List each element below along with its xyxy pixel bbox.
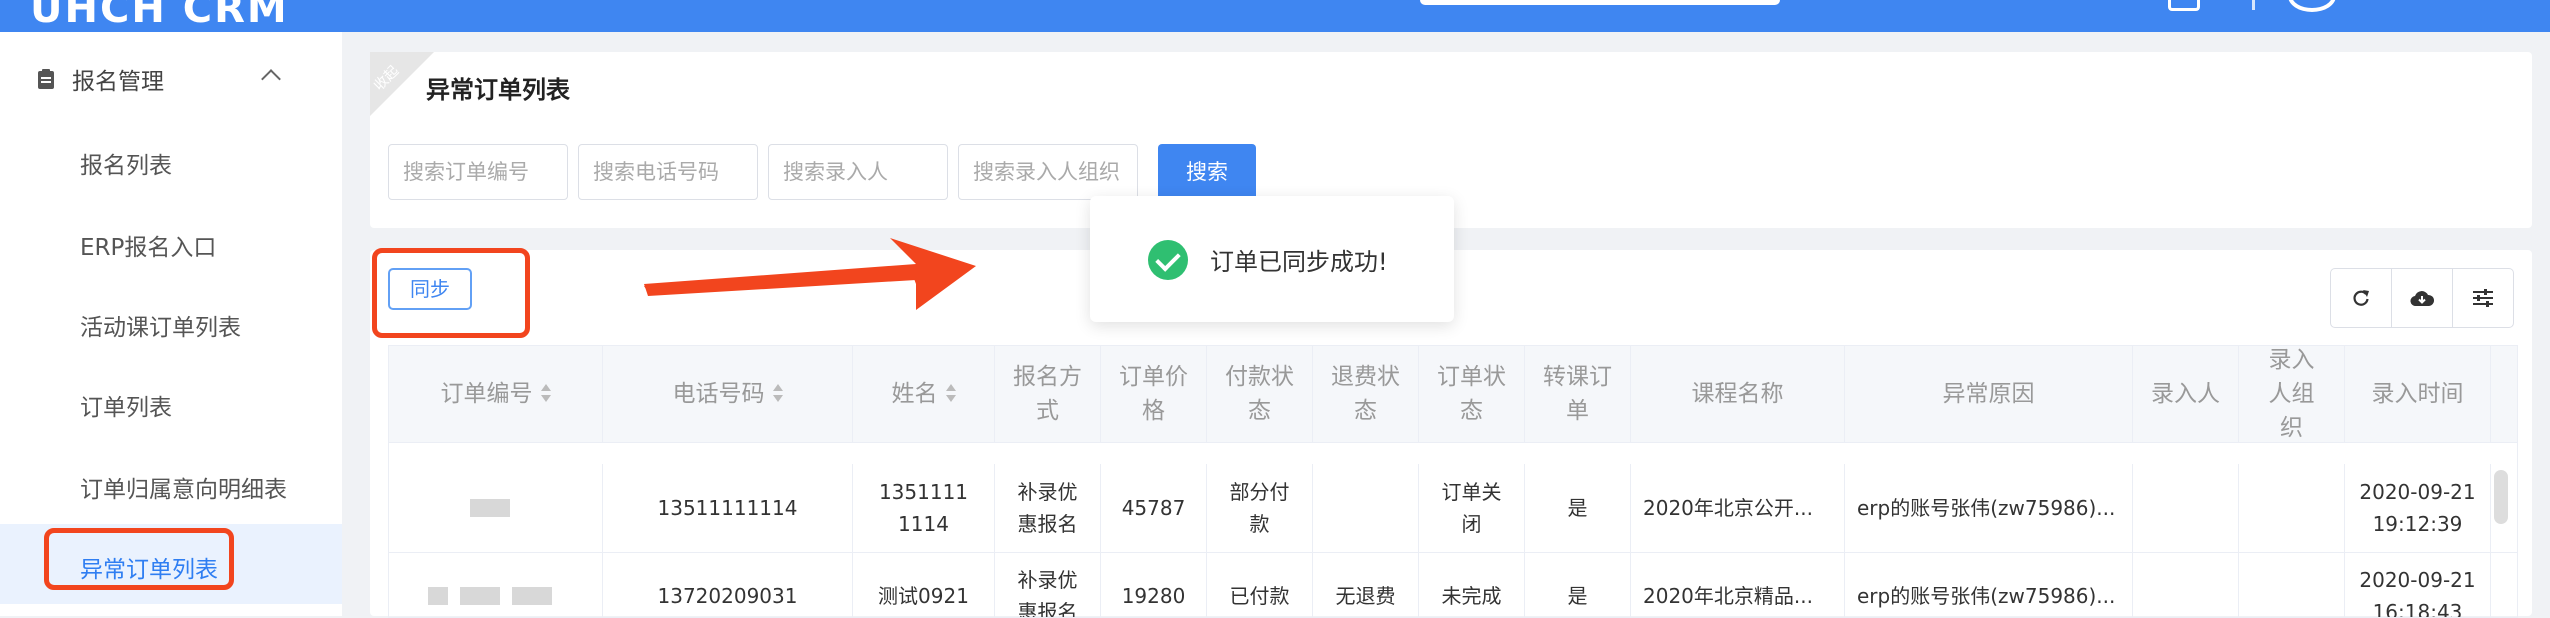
order-status-cell: 未完成: [1419, 552, 1525, 617]
transfer-cell: 是: [1525, 464, 1631, 552]
column-header: 录入人组织: [2239, 346, 2345, 442]
table-scrollbar[interactable]: [2494, 470, 2508, 524]
signup-method-cell: 补录优惠报名: [995, 552, 1101, 617]
entry-time-cell: 2020-09-21 19:12:39: [2345, 464, 2491, 552]
price-cell: 19280: [1101, 552, 1207, 617]
order-number-search-input[interactable]: 搜索订单编号: [388, 144, 568, 200]
column-header: 录入时间: [2345, 346, 2491, 442]
name-cell: 测试0921: [853, 552, 995, 617]
screen-icon[interactable]: [2168, 0, 2200, 11]
refresh-button[interactable]: [2331, 269, 2392, 327]
phone-search-input[interactable]: 搜索电话号码: [578, 144, 758, 200]
sidebar-item-order-list[interactable]: 订单列表: [80, 388, 172, 422]
annotation-box: [372, 248, 530, 338]
order-status-cell: 订单关闭: [1419, 464, 1525, 552]
column-header: 退费状态: [1313, 346, 1419, 442]
column-header: 录入人: [2133, 346, 2239, 442]
table-toolbar: [2330, 268, 2514, 328]
search-button[interactable]: 搜索: [1158, 144, 1256, 200]
sidebar-group-label: 报名管理: [72, 69, 164, 95]
payment-status-cell: 部分付款: [1207, 464, 1313, 552]
price-cell: 45787: [1101, 464, 1207, 552]
global-search-input[interactable]: [1420, 0, 1780, 5]
sidebar-item-signup-list[interactable]: 报名列表: [80, 146, 172, 180]
table-row[interactable]: 13720209031 测试0921 补录优惠报名 19280 已付款 无退费 …: [389, 552, 2517, 617]
column-header: 订单状态: [1419, 346, 1525, 442]
reason-cell: erp的账号张伟(zw75986)...: [1845, 464, 2133, 552]
entry-org-search-input[interactable]: 搜索录入人组织: [958, 144, 1138, 200]
check-circle-icon: [1148, 240, 1188, 280]
entry-person-cell: [2133, 464, 2239, 552]
export-button[interactable]: [2392, 269, 2453, 327]
entry-person-cell: [2133, 552, 2239, 617]
success-toast: 订单已同步成功!: [1090, 196, 1454, 322]
course-cell: 2020年北京精品...: [1631, 552, 1845, 617]
phone-cell: 13720209031: [603, 552, 853, 617]
payment-status-cell: 已付款: [1207, 552, 1313, 617]
clipboard-icon: [38, 69, 54, 89]
orders-table: 订单编号 电话号码 姓名 报名方式 订单价格 付款状态 退费状态 订单状态 转课…: [388, 345, 2518, 618]
refund-status-cell: [1313, 464, 1419, 552]
sort-icon[interactable]: [772, 384, 783, 404]
cloud-download-icon: [2410, 291, 2434, 307]
phone-cell: 13511111114: [603, 464, 853, 552]
entry-person-search-input[interactable]: 搜索录入人: [768, 144, 948, 200]
column-header[interactable]: 姓名: [853, 346, 995, 442]
sort-icon[interactable]: [540, 384, 551, 404]
column-header: 报名方式: [995, 346, 1101, 442]
annotation-box: [44, 528, 234, 590]
order-number-cell: [389, 464, 603, 552]
toast-message: 订单已同步成功!: [1210, 248, 1388, 276]
course-cell: 2020年北京公开...: [1631, 464, 1845, 552]
reason-cell: erp的账号张伟(zw75986)...: [1845, 552, 2133, 617]
page-title: 异常订单列表: [426, 76, 570, 104]
transfer-cell: 是: [1525, 552, 1631, 617]
refund-status-cell: 无退费: [1313, 552, 1419, 617]
column-header[interactable]: 订单编号: [389, 346, 603, 442]
avatar[interactable]: [2288, 0, 2336, 12]
column-settings-button[interactable]: [2453, 269, 2513, 327]
entry-org-cell: [2239, 552, 2345, 617]
entry-time-cell: 2020-09-21 16:18:43: [2345, 552, 2491, 617]
sidebar-item-activity-orders[interactable]: 活动课订单列表: [80, 308, 241, 342]
column-header: 转课订单: [1525, 346, 1631, 442]
column-header: 订单价格: [1101, 346, 1207, 442]
name-cell: 13511111114: [853, 464, 995, 552]
annotation-arrow: [644, 238, 976, 310]
sliders-icon: [2473, 289, 2493, 307]
sort-icon[interactable]: [945, 384, 956, 404]
table-header: 订单编号 电话号码 姓名 报名方式 订单价格 付款状态 退费状态 订单状态 转课…: [389, 346, 2517, 443]
divider: [2252, 0, 2255, 10]
order-number-cell: [389, 552, 603, 617]
sidebar-item-erp-entry[interactable]: ERP报名入口: [80, 228, 216, 262]
refresh-icon: [2353, 290, 2369, 306]
sidebar-item-order-intent-detail[interactable]: 订单归属意向明细表: [80, 470, 287, 504]
column-header[interactable]: 电话号码: [603, 346, 853, 442]
column-header: 课程名称: [1631, 346, 1845, 442]
column-header: 付款状态: [1207, 346, 1313, 442]
brand-logo: UHCH CRM: [30, 0, 289, 32]
top-bar: UHCH CRM: [0, 0, 2550, 32]
entry-org-cell: [2239, 464, 2345, 552]
signup-method-cell: 补录优惠报名: [995, 464, 1101, 552]
sidebar-group-signup[interactable]: 报名管理: [38, 64, 164, 95]
column-header: 异常原因: [1845, 346, 2133, 442]
table-row[interactable]: 13511111114 13511111114 补录优惠报名 45787 部分付…: [389, 464, 2517, 553]
